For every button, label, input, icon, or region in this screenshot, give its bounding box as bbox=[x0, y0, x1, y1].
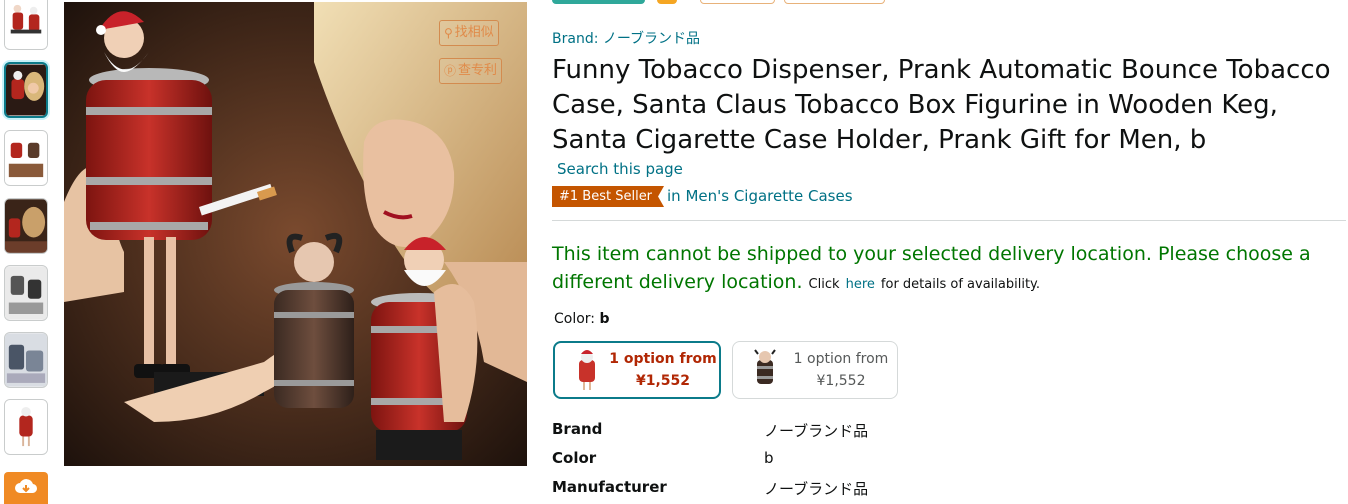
swatch-image bbox=[567, 348, 607, 392]
thumbnail[interactable] bbox=[4, 0, 48, 50]
top-button-outline-2[interactable] bbox=[784, 0, 885, 4]
spec-value: ノーブランド品 bbox=[764, 480, 869, 498]
color-option-a[interactable]: 1 option from ¥1,552 bbox=[732, 341, 898, 399]
top-button-orange[interactable] bbox=[657, 0, 677, 4]
here-link[interactable]: here bbox=[846, 277, 875, 292]
color-selected-value: b bbox=[599, 311, 610, 327]
spec-value: ノーブランド品 bbox=[764, 422, 869, 440]
brand-link[interactable]: Brand: ノーブランド品 bbox=[552, 28, 700, 48]
thumbnail[interactable] bbox=[4, 332, 48, 388]
download-button[interactable] bbox=[4, 472, 48, 504]
thumbnail[interactable] bbox=[4, 62, 48, 118]
click-text: Click bbox=[808, 277, 840, 292]
spec-key: Manufacturer bbox=[552, 478, 667, 496]
color-option-b[interactable]: 1 option from ¥1,552 bbox=[553, 341, 721, 399]
thumbnail[interactable] bbox=[4, 198, 48, 254]
option-from-text: 1 option from bbox=[793, 351, 889, 367]
check-patent-tag[interactable]: ⓟ 查专利 bbox=[439, 58, 503, 84]
spec-key: Brand bbox=[552, 420, 603, 438]
cloud-download-icon bbox=[14, 477, 38, 501]
find-similar-tag[interactable]: ⚲ 找相似 bbox=[439, 20, 499, 46]
option-price: ¥1,552 bbox=[635, 373, 691, 389]
product-title: Funny Tobacco Dispenser, Prank Automatic… bbox=[552, 55, 1331, 155]
availability-details-text: for details of availability. bbox=[880, 277, 1041, 292]
color-label-text: Color: bbox=[554, 311, 596, 327]
patent-icon: ⓟ bbox=[444, 64, 457, 78]
option-from-text: 1 option from bbox=[609, 351, 717, 367]
spec-value: b bbox=[764, 449, 774, 467]
color-label: Color: b bbox=[554, 311, 610, 327]
best-seller-badge[interactable]: #1 Best Seller bbox=[552, 186, 664, 207]
spec-key: Color bbox=[552, 449, 597, 467]
top-button-outline-1[interactable] bbox=[700, 0, 775, 4]
option-price: ¥1,552 bbox=[816, 373, 866, 389]
find-similar-label: 找相似 bbox=[454, 25, 494, 40]
search-icon: ⚲ bbox=[444, 26, 453, 40]
search-this-page-link[interactable]: Search this page bbox=[557, 160, 683, 178]
shipping-message: This item cannot be shipped to your sele… bbox=[552, 240, 1342, 299]
main-product-image[interactable]: ⚲ 找相似 ⓟ 查专利 bbox=[64, 2, 527, 466]
check-patent-label: 查专利 bbox=[458, 63, 498, 78]
top-button-green[interactable] bbox=[552, 0, 645, 4]
thumbnail[interactable] bbox=[4, 399, 48, 455]
swatch-image bbox=[745, 348, 785, 392]
divider bbox=[552, 220, 1346, 221]
thumbnail-strip bbox=[0, 0, 52, 504]
thumbnail[interactable] bbox=[4, 130, 48, 186]
best-seller-category-link[interactable]: in Men's Cigarette Cases bbox=[667, 187, 853, 205]
thumbnail[interactable] bbox=[4, 265, 48, 321]
